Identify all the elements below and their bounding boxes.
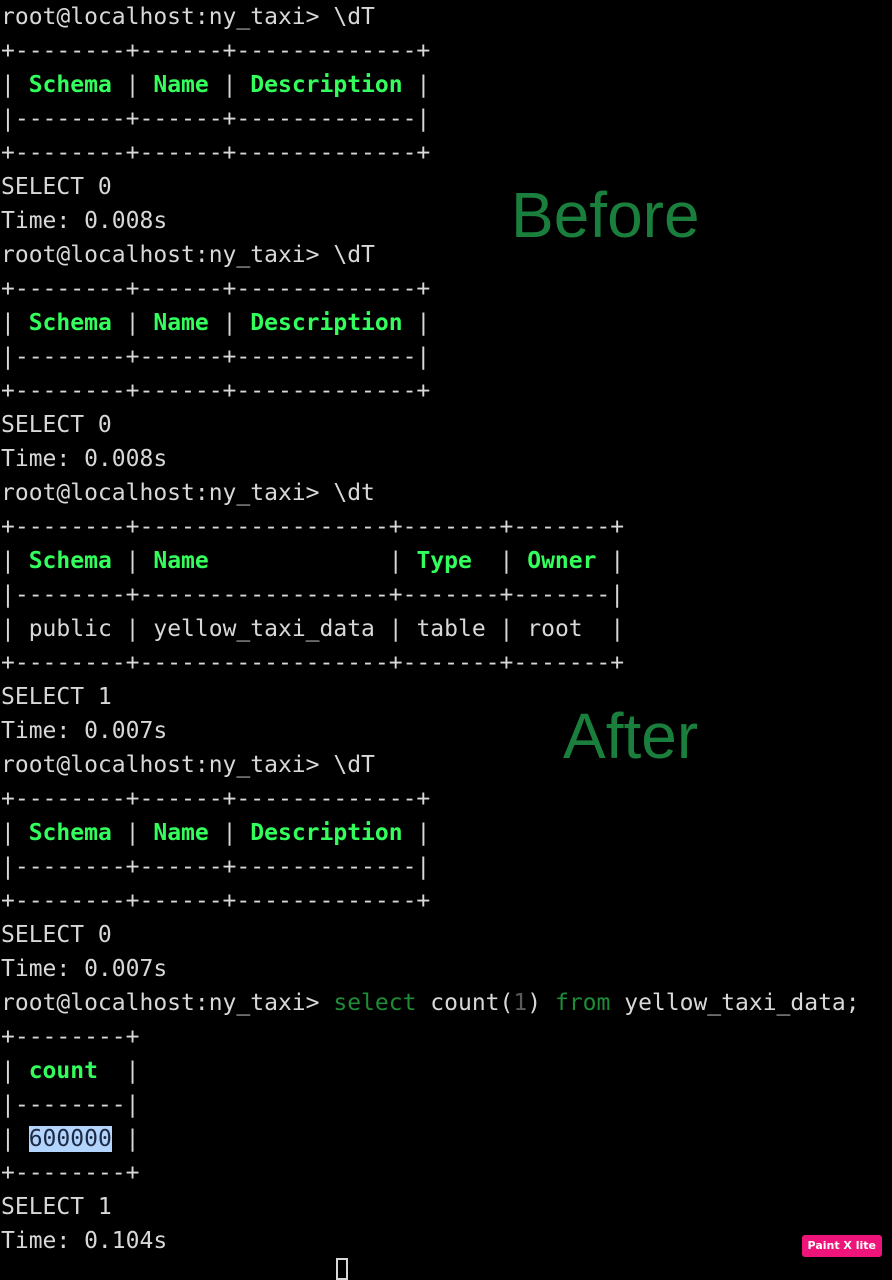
result-status: SELECT 1 — [1, 1194, 112, 1220]
command: \dT — [333, 242, 375, 268]
prompt: root@localhost:ny_taxi> — [1, 752, 334, 778]
prompt: root@localhost:ny_taxi> — [1, 4, 334, 30]
command: \dt — [333, 480, 375, 506]
table-separator: |--------+------------------+-------+---… — [1, 582, 625, 608]
header-description: Description — [250, 820, 403, 846]
result-status: SELECT 1 — [1, 684, 112, 710]
result-status: SELECT 0 — [1, 174, 112, 200]
prompt: root@localhost:ny_taxi> — [1, 480, 334, 506]
table-border: +--------+ — [1, 1024, 140, 1050]
query-time: Time: 0.104s — [1, 1228, 168, 1254]
table-border: +--------+------+-------------+ — [1, 140, 431, 166]
table-border: +--------+------------------+-------+---… — [1, 650, 625, 676]
header-count: count — [28, 1058, 98, 1084]
header-description: Description — [250, 310, 403, 336]
header-description: Description — [250, 72, 403, 98]
cell-name: yellow_taxi_data — [153, 616, 375, 642]
table-border: +--------+------+-------------+ — [1, 888, 431, 914]
result-status: SELECT 0 — [1, 922, 112, 948]
header-name: Name — [153, 310, 209, 336]
table-border: +--------+------------------+-------+---… — [1, 514, 625, 540]
cell-count-selected[interactable]: 600000 — [28, 1126, 112, 1152]
query-time: Time: 0.007s — [1, 956, 168, 982]
after-annotation: After — [563, 700, 699, 772]
table-separator: |--------+------+-------------| — [1, 106, 431, 132]
cell-owner: root — [527, 616, 583, 642]
result-status: SELECT 0 — [1, 412, 112, 438]
query-time: Time: 0.007s — [1, 718, 168, 744]
header-name: Name — [153, 72, 209, 98]
sql-table: yellow_taxi_data; — [624, 990, 860, 1016]
prompt-line: root@localhost:ny_taxi> \dT — [0, 748, 892, 782]
header-schema: Schema — [28, 310, 112, 336]
prompt: root@localhost:ny_taxi> — [1, 990, 334, 1016]
prompt-line: root@localhost:ny_taxi> \dt — [0, 476, 892, 510]
header-schema: Schema — [28, 820, 112, 846]
header-type: Type — [416, 548, 472, 574]
table-separator: |--------+------+-------------| — [1, 344, 431, 370]
query-time: Time: 0.008s — [1, 446, 168, 472]
before-annotation: Before — [511, 179, 700, 251]
header-name: Name — [153, 820, 209, 846]
table-header-row: | count | — [1, 1058, 140, 1084]
query-time: Time: 0.008s — [1, 208, 168, 234]
sql-paren: ) — [527, 990, 542, 1016]
sql-function: count( — [430, 990, 514, 1016]
prompt-line: root@localhost:ny_taxi> \dT — [0, 0, 892, 34]
sql-argument: 1 — [513, 990, 528, 1016]
cell-schema: public — [28, 616, 112, 642]
sql-keyword-select: select — [333, 990, 417, 1016]
table-border: +--------+------+-------------+ — [1, 276, 431, 302]
prompt-line: root@localhost:ny_taxi> select count(1) … — [0, 986, 892, 1020]
command: \dT — [333, 752, 375, 778]
prompt-line: root@localhost:ny_taxi> \dT — [0, 238, 892, 272]
table-border: +--------+------+-------------+ — [1, 786, 431, 812]
table-border: +--------+ — [1, 1160, 140, 1186]
terminal-cursor — [336, 1258, 348, 1280]
table-header-row: | Schema | Name | Type | Owner | — [1, 548, 625, 574]
header-name: Name — [153, 548, 209, 574]
sql-keyword-from: from — [554, 990, 611, 1016]
table-separator: |--------| — [1, 1092, 140, 1118]
prompt: root@localhost:ny_taxi> — [1, 242, 334, 268]
table-header-row: | Schema | Name | Description | — [1, 310, 431, 336]
cell-type: table — [416, 616, 486, 642]
table-border: +--------+------+-------------+ — [1, 378, 431, 404]
watermark-badge: Paint X lite — [801, 1235, 882, 1257]
table-border: +--------+------+-------------+ — [1, 38, 431, 64]
table-header-row: | Schema | Name | Description | — [1, 72, 431, 98]
header-schema: Schema — [28, 72, 112, 98]
table-row: | public | yellow_taxi_data | table | ro… — [1, 616, 625, 642]
table-row: | 600000 | — [1, 1126, 140, 1152]
table-separator: |--------+------+-------------| — [1, 854, 431, 880]
terminal-window[interactable]: root@localhost:ny_taxi> \dT +--------+--… — [0, 0, 892, 1280]
header-schema: Schema — [28, 548, 112, 574]
command: \dT — [333, 4, 375, 30]
table-header-row: | Schema | Name | Description | — [1, 820, 431, 846]
header-owner: Owner — [527, 548, 597, 574]
